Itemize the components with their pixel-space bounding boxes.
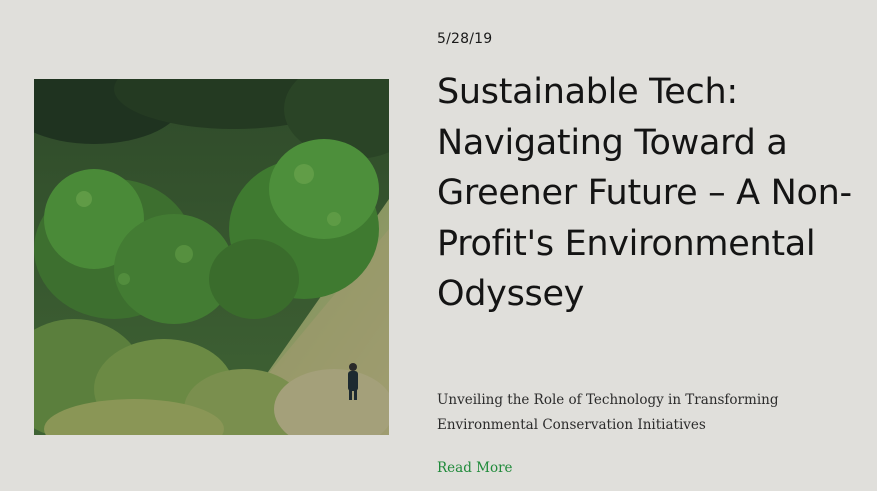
hillside-photo bbox=[34, 79, 389, 435]
read-more-link[interactable]: Read More bbox=[437, 460, 513, 476]
blog-post-card: 5/28/19 Sustainable Tech: Navigating Tow… bbox=[0, 0, 877, 491]
post-thumbnail[interactable] bbox=[34, 79, 389, 435]
post-subtitle: Unveiling the Role of Technology in Tran… bbox=[437, 392, 779, 433]
post-title[interactable]: Sustainable Tech: Navigating Toward a Gr… bbox=[437, 67, 857, 320]
post-date: 5/28/19 bbox=[437, 31, 493, 47]
